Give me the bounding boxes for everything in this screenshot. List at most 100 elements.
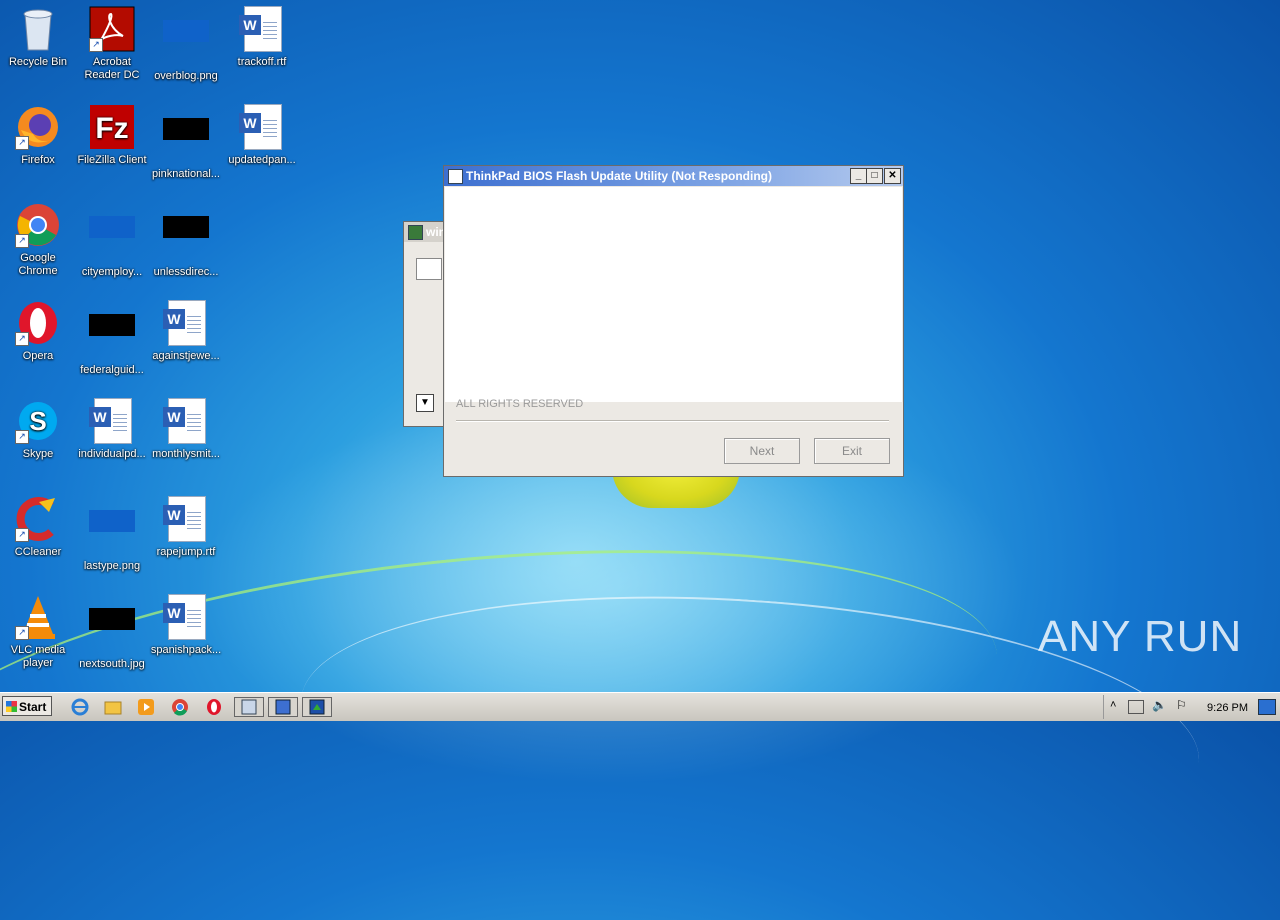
app-icon bbox=[448, 169, 463, 184]
word-doc-icon: W bbox=[163, 300, 209, 346]
desktop-icon-label: overblog.png bbox=[154, 70, 218, 82]
desktop-icon-label: cityemploy... bbox=[81, 266, 143, 278]
ccleaner-icon: ↗ bbox=[15, 496, 61, 542]
desktop-icon-skype[interactable]: S ↗ Skype bbox=[0, 398, 76, 461]
exit-button[interactable]: Exit bbox=[814, 438, 890, 464]
desktop-icon-nextsouth[interactable]: nextsouth.jpg bbox=[74, 594, 150, 671]
desktop-icon-label: Skype bbox=[22, 448, 54, 460]
close-button[interactable]: ✕ bbox=[884, 168, 901, 184]
clock[interactable]: 9:26 PM bbox=[1207, 702, 1248, 714]
start-button[interactable]: Start bbox=[2, 696, 52, 716]
desktop-icon-label: monthlysmit... bbox=[152, 448, 220, 460]
desktop-icon-label: federalguid... bbox=[80, 364, 144, 376]
opera-icon: ↗ bbox=[15, 300, 61, 346]
window-title: ThinkPad BIOS Flash Update Utility (Not … bbox=[466, 169, 773, 183]
volume-icon[interactable]: 🔈 bbox=[1152, 698, 1167, 712]
desktop-icon-lastype[interactable]: lastype.png bbox=[74, 496, 150, 573]
desktop-icon-acrobat[interactable]: ↗ Acrobat Reader DC bbox=[74, 6, 150, 82]
desktop-icon-updatedpan[interactable]: W updatedpan... bbox=[224, 104, 300, 167]
desktop-icon-unlessdirec[interactable]: unlessdirec... bbox=[148, 202, 224, 279]
taskbar-installer-button[interactable] bbox=[234, 697, 264, 717]
desktop-icon-filezilla[interactable]: Fz FileZilla Client bbox=[74, 104, 150, 167]
shortcut-arrow-icon: ↗ bbox=[15, 430, 29, 444]
desktop-icon-vlc[interactable]: ↗ VLC media player bbox=[0, 594, 76, 670]
taskbar-media-player-icon[interactable] bbox=[134, 697, 158, 717]
shortcut-arrow-icon: ↗ bbox=[15, 626, 29, 640]
svg-text:Fz: Fz bbox=[95, 112, 128, 145]
skype-icon: S ↗ bbox=[15, 398, 61, 444]
watermark-text: ANY RUN bbox=[1038, 612, 1243, 661]
desktop-icon-trackoff[interactable]: W trackoff.rtf bbox=[224, 6, 300, 69]
desktop-icon-recycle-bin[interactable]: Recycle Bin bbox=[0, 6, 76, 69]
taskbar-ie-icon[interactable] bbox=[68, 697, 92, 717]
start-label: Start bbox=[19, 700, 47, 714]
system-tray: ˄ 🔈 ⚐ 9:26 PM bbox=[1103, 695, 1280, 719]
watermark-logo: ANY RUN bbox=[1038, 612, 1242, 662]
bios-update-window[interactable]: ThinkPad BIOS Flash Update Utility (Not … bbox=[443, 165, 904, 477]
desktop-icon-firefox[interactable]: ↗ Firefox bbox=[0, 104, 76, 167]
recycle-bin-icon bbox=[15, 6, 61, 52]
desktop-icon-pinknational[interactable]: pinknational... bbox=[148, 104, 224, 181]
desktop-icon-individualpd[interactable]: W individualpd... bbox=[74, 398, 150, 461]
desktop-icon-federalguid[interactable]: federalguid... bbox=[74, 300, 150, 377]
desktop-icon-label: nextsouth.jpg bbox=[79, 658, 145, 670]
installer-icon bbox=[408, 225, 423, 240]
desktop-icon-label: CCleaner bbox=[14, 546, 62, 558]
desktop-icon-ccleaner[interactable]: ↗ CCleaner bbox=[0, 496, 76, 559]
vlc-icon: ↗ bbox=[15, 594, 61, 640]
image-file-icon bbox=[163, 20, 209, 66]
word-doc-icon: W bbox=[239, 104, 285, 150]
minimize-button[interactable]: _ bbox=[850, 168, 867, 184]
dropdown-arrow-icon[interactable]: ▼ bbox=[416, 394, 434, 412]
taskbar-chrome-icon[interactable] bbox=[168, 697, 192, 717]
desktop-icon-label: Acrobat Reader DC bbox=[84, 56, 140, 81]
shortcut-arrow-icon: ↗ bbox=[15, 136, 29, 150]
image-file-icon bbox=[89, 608, 135, 654]
show-desktop-icon[interactable] bbox=[1258, 699, 1276, 715]
desktop-icon-overblog[interactable]: overblog.png bbox=[148, 6, 224, 83]
content-area bbox=[445, 187, 902, 402]
window-titlebar[interactable]: ThinkPad BIOS Flash Update Utility (Not … bbox=[444, 166, 903, 186]
image-file-icon bbox=[89, 510, 135, 556]
desktop-icon-rapejump[interactable]: W rapejump.rtf bbox=[148, 496, 224, 559]
desktop-icon-monthlysmit[interactable]: W monthlysmit... bbox=[148, 398, 224, 461]
taskbar-window-button[interactable] bbox=[302, 697, 332, 717]
word-doc-icon: W bbox=[163, 594, 209, 640]
firefox-icon: ↗ bbox=[15, 104, 61, 150]
taskbar: Start ˄ 🔈 ⚐ 9:26 PM bbox=[0, 692, 1280, 721]
desktop-icon-label: pinknational... bbox=[152, 168, 220, 180]
desktop-icon-label: updatedpan... bbox=[228, 154, 296, 166]
taskbar-opera-icon[interactable] bbox=[202, 697, 226, 717]
desktop-icon-label: FileZilla Client bbox=[77, 154, 147, 166]
windows-logo-icon bbox=[6, 701, 17, 712]
shortcut-arrow-icon: ↗ bbox=[15, 528, 29, 542]
network-icon[interactable] bbox=[1128, 700, 1144, 714]
acrobat-icon: ↗ bbox=[89, 6, 135, 52]
desktop-icon-label: trackoff.rtf bbox=[237, 56, 287, 68]
desktop-icon-label: lastype.png bbox=[83, 560, 141, 572]
desktop-icon-label: Opera bbox=[22, 350, 54, 362]
desktop-icon-label: againstjewe... bbox=[152, 350, 220, 362]
shortcut-arrow-icon: ↗ bbox=[89, 38, 103, 52]
desktop-icon-label: unlessdirec... bbox=[153, 266, 219, 278]
svg-text:S: S bbox=[29, 406, 46, 436]
show-hidden-icons-icon[interactable]: ˄ bbox=[1110, 699, 1116, 711]
desktop-icon-spanishpack[interactable]: W spanishpack... bbox=[148, 594, 224, 657]
desktop-icon-opera[interactable]: ↗ Opera bbox=[0, 300, 76, 363]
action-center-flag-icon[interactable]: ⚐ bbox=[1176, 698, 1187, 712]
divider bbox=[456, 420, 889, 422]
desktop-icon-label: VLC media player bbox=[10, 644, 66, 669]
setup-image-icon bbox=[416, 258, 442, 280]
taskbar-bios-utility-button[interactable] bbox=[268, 697, 298, 717]
filezilla-icon: Fz bbox=[89, 104, 135, 150]
copyright-text: ALL RIGHTS RESERVED bbox=[456, 398, 584, 410]
desktop-icon-label: spanishpack... bbox=[150, 644, 222, 656]
next-button[interactable]: Next bbox=[724, 438, 800, 464]
desktop-icon-cityemploy[interactable]: cityemploy... bbox=[74, 202, 150, 279]
desktop-icon-againstjewe[interactable]: W againstjewe... bbox=[148, 300, 224, 363]
desktop-icon-chrome[interactable]: ↗ Google Chrome bbox=[0, 202, 76, 278]
taskbar-explorer-icon[interactable] bbox=[101, 697, 125, 717]
word-doc-icon: W bbox=[163, 398, 209, 444]
image-file-icon bbox=[163, 216, 209, 262]
maximize-button[interactable]: □ bbox=[866, 168, 883, 184]
